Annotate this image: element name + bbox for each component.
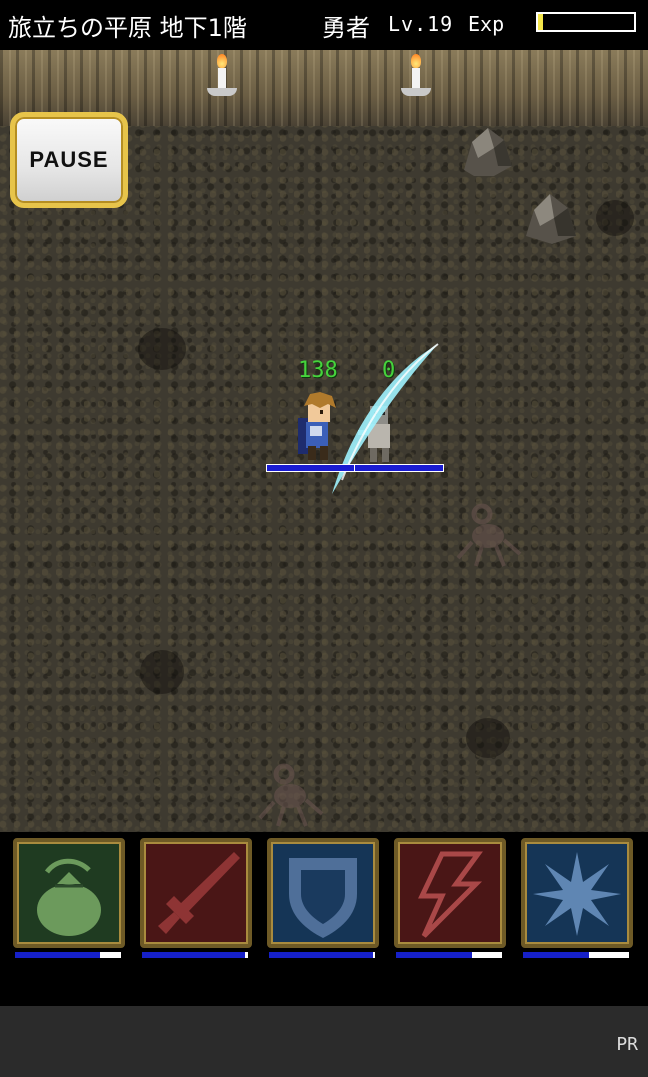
- status-bar: 旅立ちの平原 地下1階 勇者 Lv.19 Exp: [0, 0, 648, 50]
- rock-icon: [526, 194, 576, 244]
- skill-frame: [13, 838, 125, 948]
- skill-slot-magic[interactable]: [394, 838, 506, 958]
- lightning-icon: [400, 844, 500, 942]
- skill-frame: [267, 838, 379, 948]
- skill-cooldown-bar: [142, 952, 248, 958]
- pause-button[interactable]: PAUSE: [10, 112, 128, 208]
- floor-pit: [140, 650, 184, 694]
- candle-icon: [207, 54, 237, 104]
- skill-cooldown-bar: [523, 952, 629, 958]
- dungeon-location: 旅立ちの平原 地下1階: [8, 14, 247, 42]
- skill-frame: [394, 838, 506, 948]
- skill-bar: [0, 832, 648, 1006]
- slash-effect: [332, 343, 439, 494]
- skill-frame: [521, 838, 633, 948]
- skill-slot-attack[interactable]: [140, 838, 252, 958]
- enemy-hp-bar: [354, 464, 444, 472]
- shield-icon: [273, 844, 373, 942]
- skill-slot-special[interactable]: [521, 838, 633, 958]
- exp-bar-fill: [538, 14, 543, 30]
- skill-frame: [140, 838, 252, 948]
- hero-name: 勇者: [322, 14, 370, 42]
- hero-hp-bar: [266, 464, 356, 472]
- skill-slot-defend[interactable]: [267, 838, 379, 958]
- floor-pit: [138, 328, 186, 370]
- ad-label: PR: [616, 1034, 638, 1055]
- floor-pit: [466, 718, 510, 758]
- item-bag-icon: [19, 844, 119, 942]
- hero-level: Lv.19: [388, 12, 454, 36]
- skill-cooldown-bar: [396, 952, 502, 958]
- skill-cooldown-bar: [269, 952, 375, 958]
- dungeon-field[interactable]: PAUSE 138 0: [0, 50, 648, 832]
- rock-icon: [464, 128, 512, 176]
- burst-icon: [527, 844, 627, 942]
- exp-bar: [536, 12, 636, 32]
- scorpion-icon: [258, 763, 324, 827]
- exp-label: Exp: [468, 12, 505, 36]
- floor-pit: [596, 200, 634, 236]
- ad-banner[interactable]: PR: [0, 1006, 648, 1077]
- skill-cooldown-bar: [15, 952, 121, 958]
- sword-icon: [146, 844, 246, 942]
- scorpion-icon: [456, 503, 522, 567]
- candle-icon: [401, 54, 431, 104]
- skill-slot-item[interactable]: [13, 838, 125, 958]
